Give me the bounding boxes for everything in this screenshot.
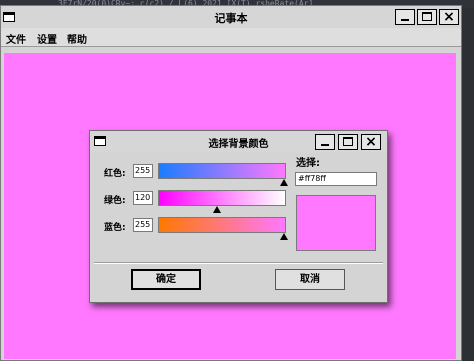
green-label: 绿色: (104, 196, 126, 206)
minimize-icon (401, 19, 409, 21)
dialog-divider (94, 262, 383, 264)
maximize-icon (343, 137, 353, 146)
dialog-minimize-button[interactable] (315, 134, 335, 150)
green-gradient-slider[interactable] (158, 190, 286, 206)
menu-bar: 文件 设置 帮助 (1, 28, 461, 47)
minimize-icon (321, 144, 329, 146)
color-picker-dialog: 选择背景颜色 × 红色: 255 绿色: 120 蓝色: 255 选择: #ff… (89, 130, 388, 303)
menu-help[interactable]: 帮助 (67, 31, 87, 46)
dialog-close-button[interactable]: × (361, 134, 381, 150)
maximize-button[interactable] (417, 9, 437, 25)
cancel-button[interactable]: 取消 (275, 269, 345, 290)
notepad-titlebar[interactable]: 记事本 × (1, 6, 461, 28)
green-value-input[interactable]: 120 (133, 191, 153, 205)
close-button[interactable]: × (439, 9, 459, 25)
red-label: 红色: (104, 169, 126, 179)
hex-color-input[interactable]: #ff78ff (295, 172, 377, 186)
red-gradient-slider[interactable] (158, 163, 286, 179)
blue-value-input[interactable]: 255 (133, 218, 153, 232)
close-icon: × (365, 134, 377, 150)
minimize-button[interactable] (395, 9, 415, 25)
red-slider-handle[interactable] (280, 179, 288, 186)
dialog-maximize-button[interactable] (338, 134, 358, 150)
ok-button[interactable]: 确定 (131, 269, 201, 290)
menu-file[interactable]: 文件 (6, 31, 26, 46)
blue-slider-handle[interactable] (280, 233, 288, 240)
window-title: 记事本 (214, 12, 248, 25)
blue-gradient-slider[interactable] (158, 217, 286, 233)
color-preview (296, 195, 376, 251)
green-slider-handle[interactable] (213, 206, 222, 213)
dialog-titlebar[interactable]: 选择背景颜色 × (90, 131, 387, 153)
blue-label: 蓝色: (104, 223, 126, 233)
red-value-input[interactable]: 255 (133, 164, 153, 178)
close-icon: × (443, 9, 455, 25)
selection-label: 选择: (296, 158, 320, 169)
maximize-icon (422, 12, 432, 21)
menu-settings[interactable]: 设置 (37, 31, 57, 46)
